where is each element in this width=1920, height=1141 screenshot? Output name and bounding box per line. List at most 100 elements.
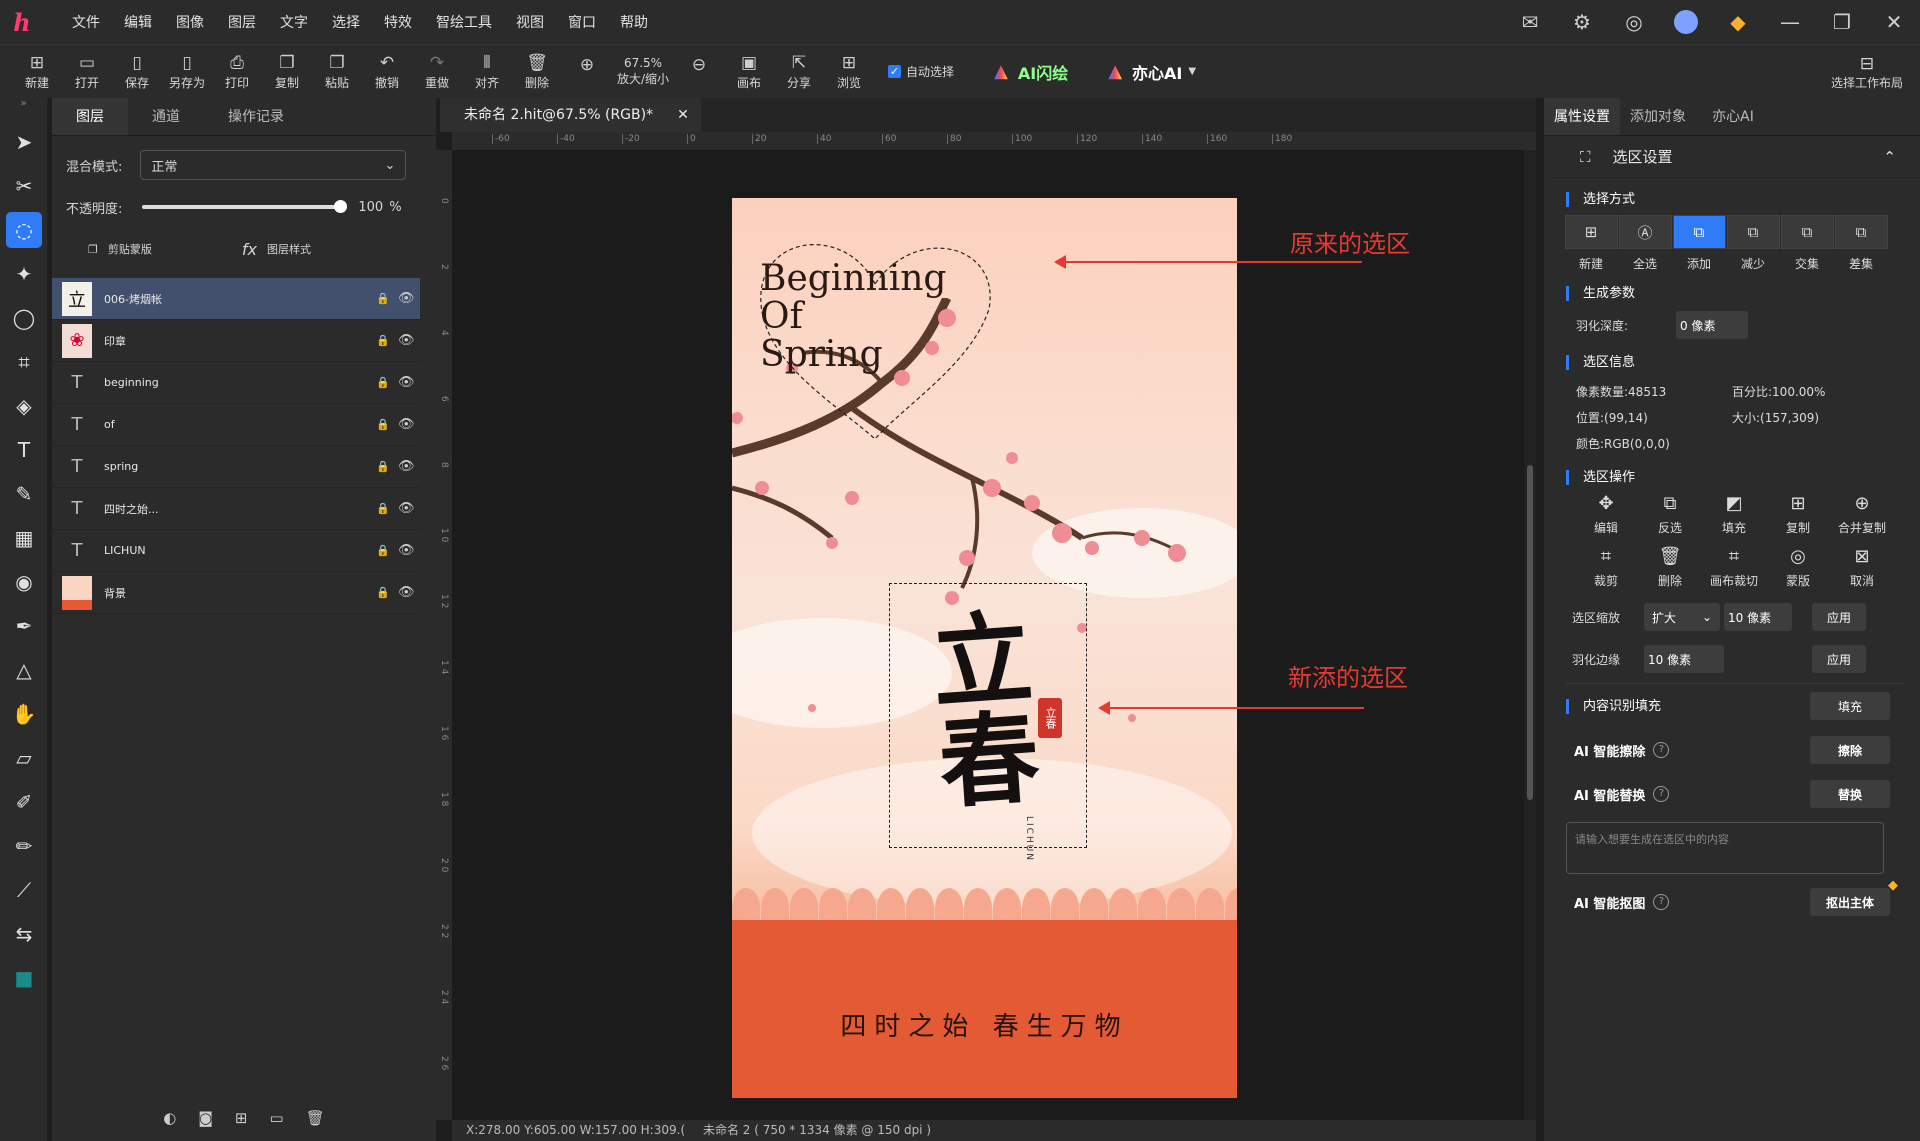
eye-icon[interactable]: 👁: [398, 585, 420, 600]
yixin-ai-button[interactable]: ▲ 亦心AI ▼: [1108, 60, 1196, 84]
lock-icon[interactable]: 🔒: [376, 502, 398, 515]
replace-button[interactable]: 替换: [1810, 780, 1890, 808]
canvas-area[interactable]: Beginning Of Spring 立春 立春 LICHUN 四时之始 春生…: [452, 150, 1524, 1120]
lock-icon[interactable]: 🔒: [376, 334, 398, 347]
edge-feather-input[interactable]: 10 像素: [1644, 645, 1724, 673]
layers-tab[interactable]: 图层: [52, 98, 128, 135]
fill-tool[interactable]: ◈: [0, 384, 48, 428]
ai-flash-button[interactable]: ▲ AI闪绘: [994, 60, 1068, 84]
color-swatch-tool[interactable]: ■: [0, 956, 48, 1000]
zoom-in-icon[interactable]: ⊕: [562, 54, 612, 90]
close-tab-icon[interactable]: ✕: [677, 98, 689, 132]
clip-mask-button[interactable]: 剪贴蒙版: [108, 241, 152, 257]
fill-button[interactable]: 填充: [1810, 692, 1890, 720]
slider-handle[interactable]: [334, 200, 348, 213]
clone-tool[interactable]: ◉: [0, 560, 48, 604]
layer-row[interactable]: T LICHUN 🔒 👁: [52, 530, 420, 572]
layer-row[interactable]: T 四时之始... 🔒 👁: [52, 488, 420, 530]
feather-input[interactable]: 0 像素: [1676, 311, 1748, 339]
properties-tab[interactable]: 亦心AI: [1696, 98, 1770, 135]
help-icon[interactable]: ?: [1653, 894, 1670, 910]
share-button[interactable]: ⇱ 分享: [774, 52, 824, 91]
layers-tab[interactable]: 通道: [128, 98, 204, 135]
invert-op-button[interactable]: ⧉ 反选: [1638, 493, 1702, 536]
toolbar-button[interactable]: ▯ 另存为: [162, 52, 212, 91]
properties-tab[interactable]: 添加对象: [1620, 98, 1696, 135]
erase-button[interactable]: 擦除: [1810, 736, 1890, 764]
toolbar-button[interactable]: ⫴ 对齐: [462, 52, 512, 91]
lock-icon[interactable]: 🔒: [376, 544, 398, 557]
workspace-layout-button[interactable]: ⊟ 选择工作布局: [1822, 45, 1912, 99]
eye-icon[interactable]: 👁: [398, 501, 420, 516]
pen-tool[interactable]: ✒: [0, 604, 48, 648]
toolbar-button[interactable]: ❐ 粘贴: [312, 52, 362, 91]
menu-item[interactable]: 编辑: [112, 12, 164, 32]
ellipse-tool[interactable]: ◯: [0, 296, 48, 340]
artwork[interactable]: Beginning Of Spring 立春 立春 LICHUN 四时之始 春生…: [732, 198, 1237, 1098]
minimize-icon[interactable]: —: [1764, 0, 1816, 44]
fx-icon[interactable]: fx: [242, 240, 257, 259]
select-mode-button[interactable]: ⧉ 差集: [1834, 215, 1888, 272]
toolbar-button[interactable]: ❐ 复制: [262, 52, 312, 91]
folder-icon[interactable]: ▭: [270, 1109, 284, 1127]
select-mode-button[interactable]: Ⓐ 全选: [1618, 215, 1672, 272]
canvas-button[interactable]: ▣ 画布: [724, 52, 774, 91]
new-selection[interactable]: [889, 583, 1087, 848]
selection-settings-header[interactable]: ⛶ 选区设置 ⌃: [1550, 136, 1920, 178]
close-icon[interactable]: ✕: [1868, 0, 1920, 44]
crop-op-button[interactable]: ⌗ 裁剪: [1574, 546, 1638, 589]
opacity-slider[interactable]: [142, 200, 348, 213]
maximize-icon[interactable]: ❐: [1816, 0, 1868, 44]
lock-icon[interactable]: 🔒: [376, 586, 398, 599]
eye-icon[interactable]: 👁: [398, 459, 420, 474]
merge-copy-op-button[interactable]: ⊕ 合并复制: [1830, 493, 1894, 536]
add-layer-icon[interactable]: ⊞: [235, 1109, 248, 1127]
toolbar-button[interactable]: ⊞ 新建: [12, 52, 62, 91]
marker-tool[interactable]: ✏: [0, 824, 48, 868]
magic-cut-tool[interactable]: ✂: [0, 164, 48, 208]
fill-op-button[interactable]: ◩ 填充: [1702, 493, 1766, 536]
menu-item[interactable]: 图层: [216, 12, 268, 32]
select-tool[interactable]: ➤: [0, 120, 48, 164]
avatar[interactable]: [1660, 0, 1712, 44]
pattern-tool[interactable]: ▦: [0, 516, 48, 560]
menu-item[interactable]: 特效: [372, 12, 424, 32]
menu-item[interactable]: 视图: [504, 12, 556, 32]
menu-item[interactable]: 图像: [164, 12, 216, 32]
toolbar-button[interactable]: ↶ 撤销: [362, 52, 412, 91]
apply-scale-button[interactable]: 应用: [1812, 603, 1866, 631]
select-mode-button[interactable]: ⊞ 新建: [1564, 215, 1618, 272]
transform-tool[interactable]: ▱: [0, 736, 48, 780]
cancel-op-button[interactable]: ⊠ 取消: [1830, 546, 1894, 589]
select-mode-button[interactable]: ⧉ 交集: [1780, 215, 1834, 272]
mail-icon[interactable]: ✉: [1504, 0, 1556, 44]
document-tab[interactable]: 未命名 2.hit@67.5% (RGB)* ✕: [440, 98, 701, 132]
edit-op-button[interactable]: ✥ 编辑: [1574, 493, 1638, 536]
mask-icon[interactable]: ◙: [198, 1109, 213, 1127]
brush-tool[interactable]: ✎: [0, 472, 48, 516]
clip-mask-icon[interactable]: ❐: [88, 243, 98, 256]
eye-icon[interactable]: 👁: [398, 291, 420, 306]
browse-button[interactable]: ⊞ 浏览: [824, 52, 874, 91]
lock-icon[interactable]: 🔒: [376, 418, 398, 431]
layers-tab[interactable]: 操作记录: [204, 98, 308, 135]
menu-item[interactable]: 文件: [60, 12, 112, 32]
delete-op-button[interactable]: 🗑 删除: [1638, 546, 1702, 589]
swap-colors-tool[interactable]: ⇆: [0, 912, 48, 956]
select-mode-button[interactable]: ⧉ 添加: [1672, 215, 1726, 272]
trash-icon[interactable]: 🗑: [306, 1109, 325, 1127]
scale-value-input[interactable]: 10 像素: [1724, 603, 1792, 631]
lock-icon[interactable]: 🔒: [376, 292, 398, 305]
zoom-value[interactable]: 67.5%: [624, 56, 662, 70]
vip-gem-icon[interactable]: ◆: [1712, 0, 1764, 44]
lock-icon[interactable]: 🔒: [376, 460, 398, 473]
layer-row[interactable]: 背景 🔒 👁: [52, 572, 420, 614]
layer-style-button[interactable]: 图层样式: [267, 241, 311, 257]
layer-row[interactable]: Tof 🔒 👁: [52, 404, 420, 446]
eye-icon[interactable]: 👁: [398, 543, 420, 558]
expand-icon[interactable]: »: [0, 98, 47, 120]
toolbar-button[interactable]: ▯ 保存: [112, 52, 162, 91]
settings-icon[interactable]: ⚙: [1556, 0, 1608, 44]
menu-item[interactable]: 文字: [268, 12, 320, 32]
menu-item[interactable]: 窗口: [556, 12, 608, 32]
